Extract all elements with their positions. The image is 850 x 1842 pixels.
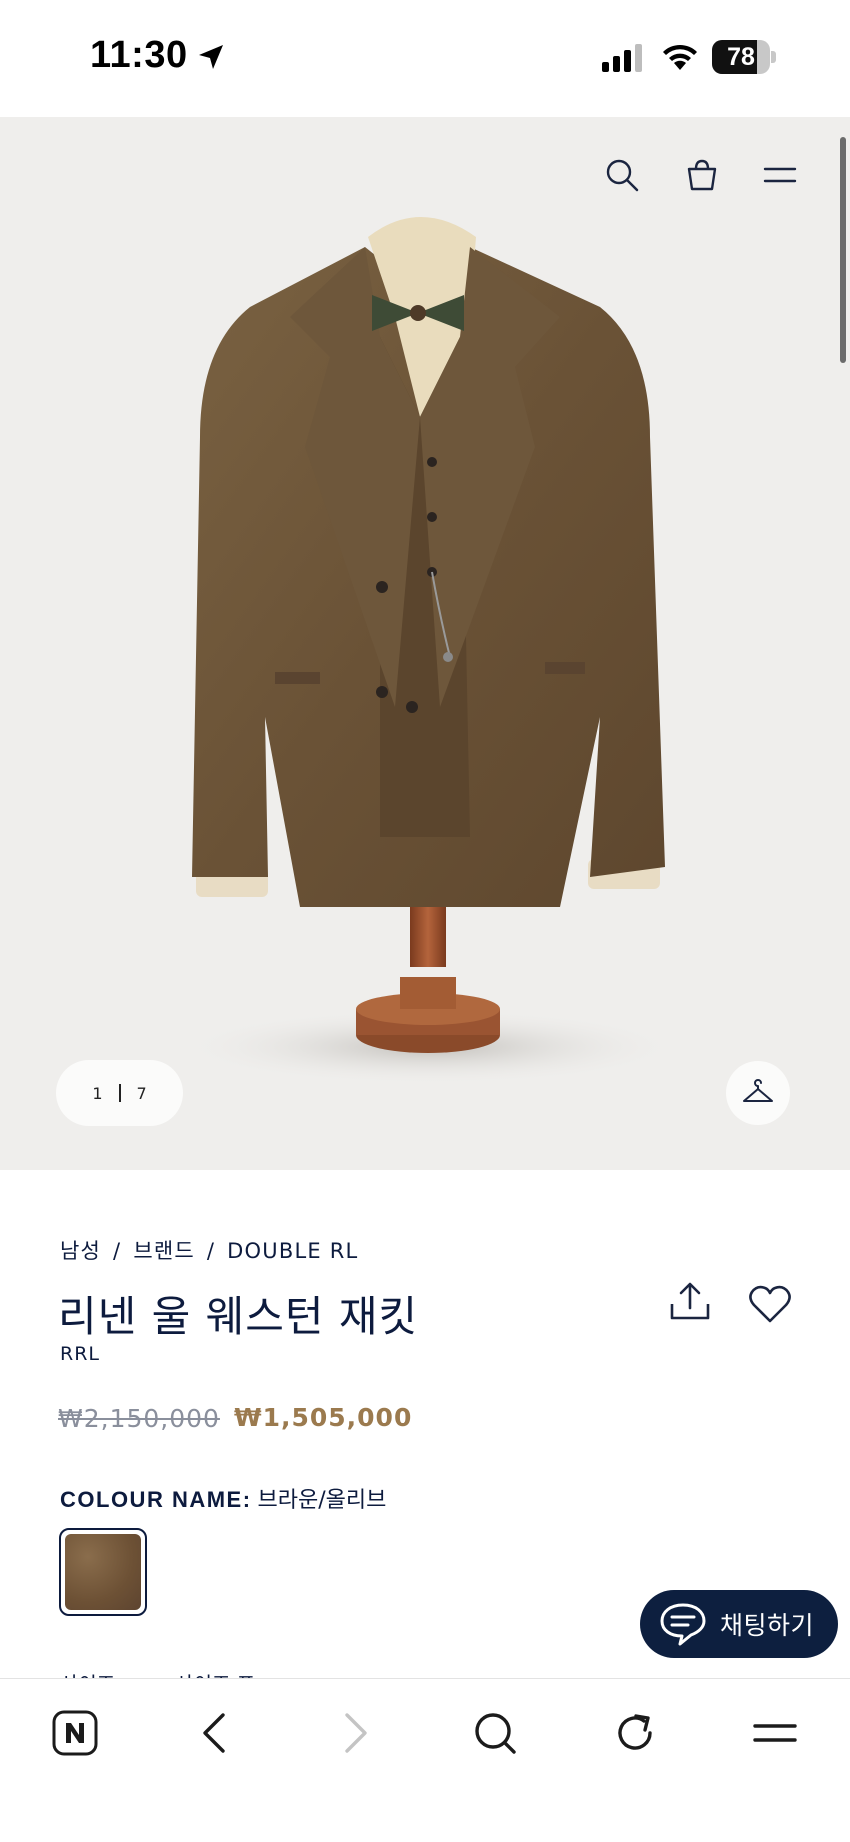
breadcrumb: 남성 / 브랜드 / DOUBLE RL xyxy=(60,1235,358,1265)
image-page-indicator: 1 7 xyxy=(56,1060,183,1126)
hanger-icon xyxy=(743,1079,773,1102)
back-button[interactable] xyxy=(185,1703,245,1763)
naver-home-icon xyxy=(52,1710,98,1756)
breadcrumb-separator: / xyxy=(206,1239,216,1263)
chat-label: 채팅하기 xyxy=(720,1611,815,1640)
back-icon xyxy=(203,1713,225,1753)
battery-level: 78 xyxy=(727,43,755,71)
breadcrumb-item[interactable]: 남성 xyxy=(60,1239,101,1263)
naver-home-button[interactable] xyxy=(45,1703,105,1763)
location-arrow-icon xyxy=(199,45,223,69)
forward-button[interactable] xyxy=(325,1703,385,1763)
wifi-icon xyxy=(663,44,697,70)
menu-icon[interactable] xyxy=(762,157,798,193)
status-time: 11:30 xyxy=(90,34,188,76)
colour-name: COLOUR NAME: 브라운/올리브 xyxy=(60,1482,386,1514)
breadcrumb-separator: / xyxy=(113,1239,122,1263)
chat-bubble-icon xyxy=(660,1603,706,1646)
original-price: ₩2,150,000 xyxy=(58,1404,220,1433)
battery-icon: 78 xyxy=(712,40,776,74)
refresh-icon xyxy=(618,1714,652,1750)
product-title: 리넨 울 웨스턴 재킷 xyxy=(58,1292,419,1341)
heart-icon[interactable] xyxy=(748,1284,792,1324)
refresh-button[interactable] xyxy=(605,1703,665,1763)
menu-button[interactable] xyxy=(745,1703,805,1763)
search-icon xyxy=(475,1713,516,1754)
cellular-signal-icon xyxy=(602,44,642,72)
forward-icon xyxy=(345,1713,367,1753)
product-image xyxy=(180,217,680,1085)
hanger-button[interactable] xyxy=(726,1061,790,1125)
colour-label: COLOUR NAME: xyxy=(60,1487,252,1512)
scrollbar-thumb[interactable] xyxy=(840,137,846,363)
sale-price: ₩1,505,000 xyxy=(234,1403,413,1432)
colour-swatch-selected[interactable] xyxy=(59,1528,147,1616)
colour-value: 브라운/올리브 xyxy=(257,1488,387,1513)
search-button[interactable] xyxy=(465,1703,525,1763)
breadcrumb-item[interactable]: DOUBLE RL xyxy=(227,1239,358,1263)
status-bar: 11:30 78 xyxy=(0,0,850,117)
brand-label[interactable]: RRL xyxy=(60,1343,100,1365)
page-total: 7 xyxy=(136,1083,147,1103)
shopping-bag-icon[interactable] xyxy=(684,157,720,193)
breadcrumb-item[interactable]: 브랜드 xyxy=(133,1239,195,1263)
browser-toolbar xyxy=(0,1678,850,1842)
page-current: 1 xyxy=(92,1083,103,1103)
share-icon[interactable] xyxy=(668,1282,712,1322)
menu-icon xyxy=(753,1724,797,1742)
product-image-gallery[interactable]: 1 7 xyxy=(0,117,850,1170)
search-icon[interactable] xyxy=(604,157,640,193)
chat-button[interactable]: 채팅하기 xyxy=(640,1590,838,1658)
